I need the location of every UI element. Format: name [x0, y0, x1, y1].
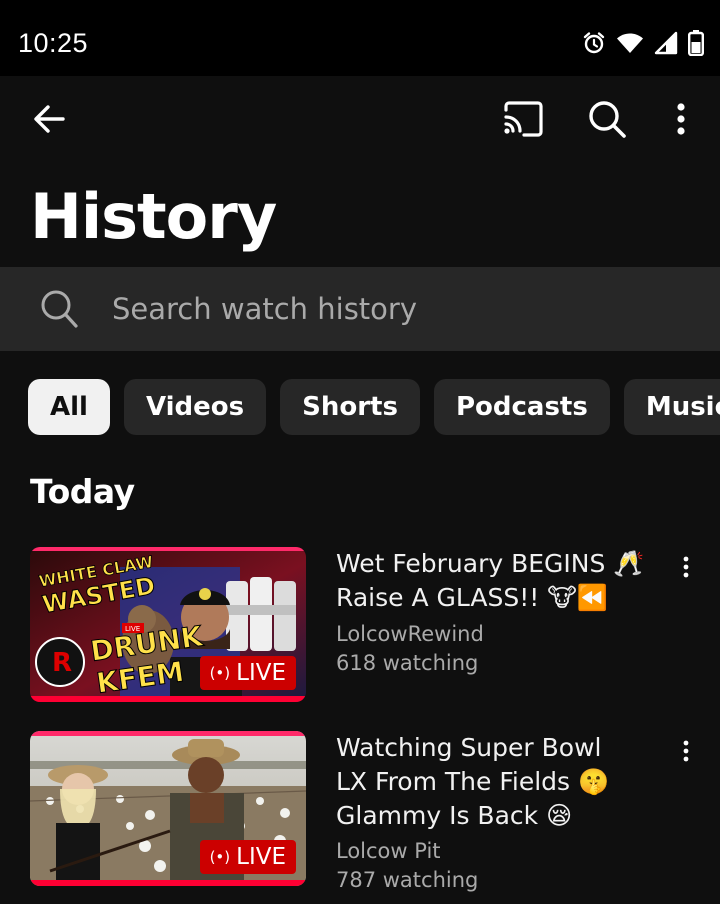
- page-title: History: [30, 180, 277, 253]
- search-bar[interactable]: [0, 267, 720, 351]
- live-badge-label: LIVE: [236, 660, 286, 686]
- video-title-line: LX From The Fields 🤫: [336, 767, 610, 796]
- live-badge: (•) LIVE: [199, 656, 296, 690]
- cast-icon: [502, 100, 544, 143]
- chip-music[interactable]: Music: [623, 379, 720, 435]
- cellular-signal-icon: [654, 31, 678, 60]
- search-button[interactable]: [582, 96, 632, 146]
- more-vertical-icon: [676, 102, 686, 140]
- live-badge-label: LIVE: [236, 844, 286, 870]
- video-channel: Lolcow Pit: [336, 839, 441, 863]
- video-title[interactable]: Watching Super Bowl LX From The Fields 🤫…: [336, 731, 656, 833]
- more-vertical-icon: [683, 556, 689, 583]
- video-title[interactable]: Wet February BEGINS 🥂 Raise A GLASS!! 🐮⏪: [336, 547, 656, 615]
- status-time: 10:25: [18, 28, 89, 58]
- video-title-line: Glammy Is Back 😪: [336, 801, 573, 830]
- more-vertical-icon: [683, 740, 689, 767]
- top-app-bar: [0, 76, 720, 164]
- video-viewers: 618 watching: [336, 651, 479, 675]
- more-options-button[interactable]: [662, 96, 700, 146]
- watch-progress-bar: [30, 696, 306, 702]
- live-broadcast-icon: (•): [209, 848, 231, 866]
- battery-icon: [688, 30, 705, 61]
- search-icon: [40, 289, 78, 334]
- video-title-line: Raise A GLASS!! 🐮⏪: [336, 583, 608, 612]
- chip-all[interactable]: All: [28, 379, 110, 435]
- status-icons: [582, 30, 705, 61]
- live-badge: (•) LIVE: [199, 840, 296, 874]
- filter-chips: All Videos Shorts Podcasts Music: [28, 379, 720, 435]
- video-thumbnail[interactable]: (•) LIVE: [30, 731, 306, 886]
- live-broadcast-icon: (•): [209, 664, 231, 682]
- video-title-line: Watching Super Bowl: [336, 733, 602, 762]
- chip-podcasts[interactable]: Podcasts: [433, 379, 610, 435]
- wifi-icon: [616, 31, 644, 60]
- video-channel: LolcowRewind: [336, 622, 484, 646]
- video-thumbnail[interactable]: R WHITE CLAW WASTED LIVE DRUNK KFEM (•) …: [30, 547, 306, 702]
- watch-progress-bar: [30, 880, 306, 886]
- cast-button[interactable]: [498, 96, 548, 146]
- chip-videos[interactable]: Videos: [123, 379, 267, 435]
- video-more-button[interactable]: [672, 549, 700, 589]
- back-button[interactable]: [26, 98, 72, 144]
- chip-shorts[interactable]: Shorts: [280, 379, 420, 435]
- alarm-icon: [582, 31, 606, 60]
- video-viewers: 787 watching: [336, 868, 479, 892]
- video-item[interactable]: R WHITE CLAW WASTED LIVE DRUNK KFEM (•) …: [0, 547, 720, 707]
- search-icon: [587, 99, 627, 144]
- video-more-button[interactable]: [672, 733, 700, 773]
- video-item[interactable]: (•) LIVE Watching Super Bowl LX From The…: [0, 731, 720, 892]
- search-input[interactable]: [112, 287, 672, 331]
- svg-text:R: R: [52, 648, 72, 678]
- status-bar: 10:25: [0, 0, 720, 76]
- back-arrow-icon: [31, 101, 67, 142]
- video-title-line: Wet February BEGINS 🥂: [336, 549, 645, 578]
- section-title-today: Today: [30, 472, 135, 511]
